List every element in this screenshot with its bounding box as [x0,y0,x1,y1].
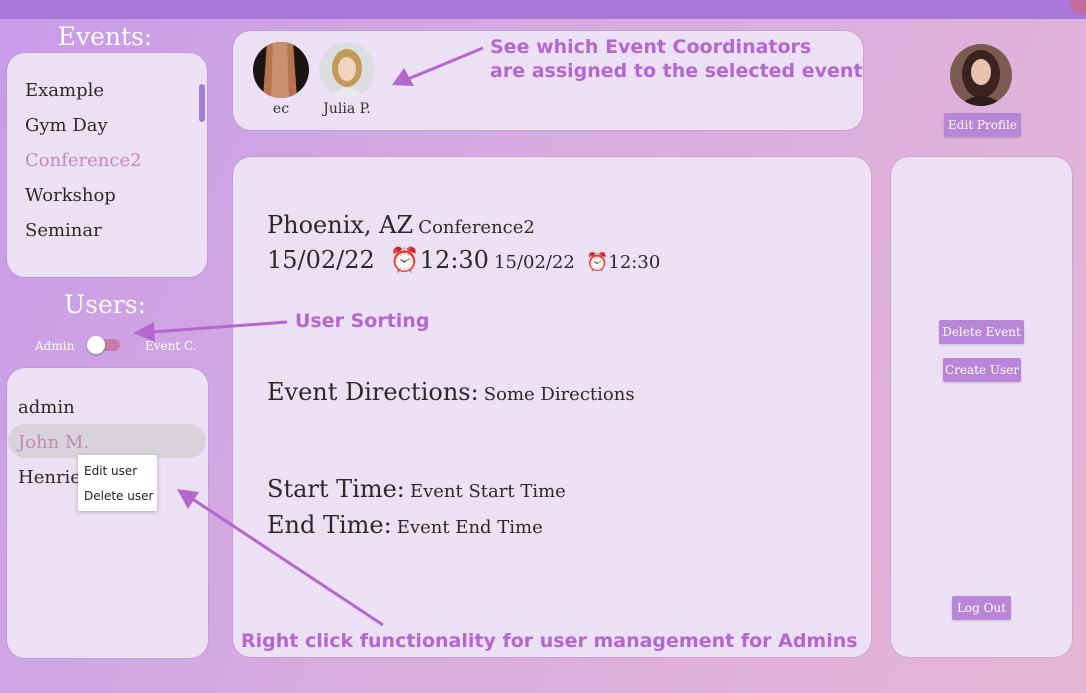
profile-avatar[interactable] [950,44,1012,106]
context-delete-user[interactable]: Delete user [84,489,153,503]
event-end-time: 12:30 [608,252,661,273]
user-item-admin[interactable]: admin [18,397,75,418]
log-out-button[interactable]: Log Out [952,596,1011,620]
edit-profile-button[interactable]: Edit Profile [944,113,1021,137]
create-user-button[interactable]: Create User [943,358,1021,382]
coordinator-name-julia: Julia P. [323,101,371,117]
event-end-date: 15/02/22 [494,252,575,273]
event-item-seminar[interactable]: Seminar [25,220,102,241]
actions-panel [891,157,1072,657]
user-sort-toggle-knob[interactable] [87,336,105,354]
user-context-menu: Edit user Delete user [78,455,157,511]
annotation-coordinators-line1: See which Event Coordinators [490,36,812,58]
events-list-panel[interactable]: Example Gym Day Conference2 Workshop Sem… [7,53,207,277]
coordinator-name-ec: ec [272,101,290,117]
event-name: Conference2 [418,217,535,238]
annotation-right-click: Right click functionality for user manag… [241,630,858,652]
start-time-label: Start Time: [267,475,405,503]
event-directions-label: Event Directions: [267,378,479,406]
window-top-bar [0,0,1086,19]
event-location: Phoenix, AZ [267,211,414,239]
annotation-user-sorting: User Sorting [295,310,430,332]
user-item-john-m[interactable]: John M. [18,432,89,453]
context-edit-user[interactable]: Edit user [84,464,137,478]
event-start-time: 12:30 [419,246,489,274]
event-item-gym-day[interactable]: Gym Day [25,115,108,136]
events-scrollbar[interactable] [199,84,205,122]
events-heading: Events: [57,22,153,51]
end-time-value: Event End Time [396,517,543,538]
annotation-coordinators-line2: are assigned to the selected event [490,60,863,82]
coordinator-avatar-julia[interactable] [319,42,375,98]
users-heading: Users: [64,290,146,319]
alarm-clock-icon: ⏰ [585,252,609,273]
event-directions-value: Some Directions [483,384,635,405]
toggle-event-coordinator-label: Event C. [145,339,197,353]
end-time-label: End Time: [267,511,392,539]
event-item-conference2[interactable]: Conference2 [25,150,142,171]
start-time-value: Event Start Time [409,481,566,502]
coordinator-avatar-ec[interactable] [253,42,309,98]
event-start-date: 15/02/22 [267,246,375,274]
alarm-clock-icon: ⏰ [389,246,420,274]
toggle-admin-label: Admin [35,339,75,353]
delete-event-button[interactable]: Delete Event [939,320,1024,344]
event-item-workshop[interactable]: Workshop [25,185,116,206]
event-item-example[interactable]: Example [25,80,104,101]
